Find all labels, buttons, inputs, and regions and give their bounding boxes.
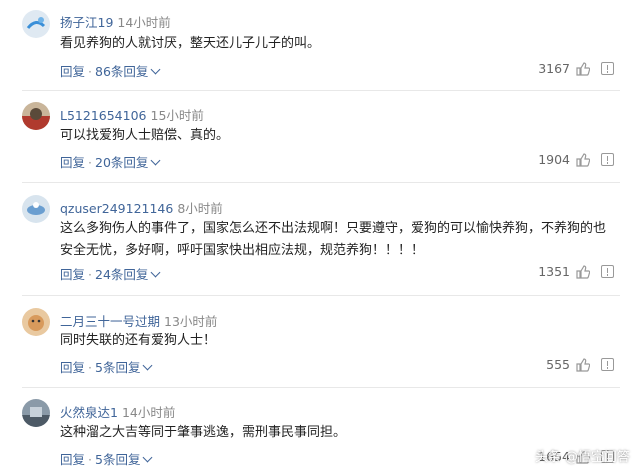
timestamp: 13小时前: [164, 314, 218, 329]
comment-text: 这么多狗伤人的事件了，国家怎么还不出法规啊！只要遵守，爱狗的可以愉快养狗，不养狗…: [60, 221, 607, 258]
comment-actions: 回复 · 5条回复: [60, 357, 153, 376]
timestamp: 15小时前: [150, 108, 204, 123]
separator: ·: [88, 452, 92, 467]
timestamp: 14小时前: [121, 405, 176, 420]
reply-button[interactable]: 回复: [60, 267, 85, 282]
username[interactable]: 二月三十一号过期: [60, 314, 160, 329]
comment-text: 这种溜之大吉等同于肇事逃逸，需刑事民事同担。: [60, 425, 347, 440]
chevron-down-icon[interactable]: [143, 452, 153, 463]
separator: ·: [88, 64, 92, 79]
like-count: 3167: [538, 61, 570, 76]
divider: [22, 90, 620, 91]
separator: ·: [88, 155, 92, 170]
divider: [22, 295, 620, 296]
like-count: 1351: [538, 264, 570, 279]
username[interactable]: 火然泉达1: [60, 405, 118, 420]
view-replies-button[interactable]: 5条回复: [95, 360, 140, 375]
report-icon[interactable]: [601, 265, 614, 278]
chevron-down-icon[interactable]: [150, 64, 161, 75]
reply-button[interactable]: 回复: [60, 64, 85, 79]
thumbs-up-icon[interactable]: [576, 265, 590, 279]
separator: ·: [88, 267, 92, 282]
comment-header: L5121654106 15小时前: [60, 105, 204, 124]
reply-button[interactable]: 回复: [60, 155, 85, 170]
reply-button[interactable]: 回复: [60, 360, 85, 375]
comment-text: 同时失联的还有爱狗人士！: [60, 333, 217, 348]
timestamp: 14小时前: [117, 15, 171, 30]
thumbs-up-icon[interactable]: [576, 153, 590, 167]
avatar[interactable]: [22, 102, 50, 130]
view-replies-button[interactable]: 86条回复: [95, 64, 148, 79]
watermark: 头条 @悟空问答: [534, 450, 630, 465]
thumbs-up-icon[interactable]: [576, 358, 590, 372]
reply-button[interactable]: 回复: [60, 452, 85, 467]
comment-text: 可以找爱狗人士赔偿、真的。: [60, 128, 230, 143]
avatar[interactable]: [22, 10, 50, 38]
comment-text: 看见养狗的人就讨厌，整天还儿子儿子的叫。: [60, 36, 321, 51]
view-replies-button[interactable]: 5条回复: [95, 452, 140, 467]
chevron-down-icon[interactable]: [143, 360, 153, 371]
avatar[interactable]: [22, 399, 50, 427]
view-replies-button[interactable]: 20条回复: [95, 155, 148, 170]
divider: [22, 182, 620, 183]
comment-header: qzuser249121146 8小时前: [60, 198, 223, 217]
chevron-down-icon[interactable]: [150, 155, 161, 166]
view-replies-button[interactable]: 24条回复: [95, 267, 148, 282]
comment-actions: 回复 · 86条回复: [60, 61, 161, 80]
divider: [22, 387, 620, 388]
report-icon[interactable]: [601, 62, 614, 75]
comment-header: 扬子江19 14小时前: [60, 12, 171, 31]
avatar[interactable]: [22, 308, 50, 336]
comment-actions: 回复 · 24条回复: [60, 264, 161, 283]
username[interactable]: qzuser249121146: [60, 201, 173, 216]
like-count: 1904: [538, 152, 570, 167]
report-icon[interactable]: [601, 358, 614, 371]
username[interactable]: L5121654106: [60, 108, 147, 123]
comment-actions: 回复 · 5条回复: [60, 449, 153, 468]
timestamp: 8小时前: [177, 201, 223, 216]
comment-header: 火然泉达1 14小时前: [60, 402, 175, 421]
thumbs-up-icon[interactable]: [576, 62, 590, 76]
comment-header: 二月三十一号过期 13小时前: [60, 311, 217, 330]
report-icon[interactable]: [601, 153, 614, 166]
chevron-down-icon[interactable]: [150, 267, 161, 278]
separator: ·: [88, 360, 92, 375]
like-count: 555: [546, 357, 570, 372]
comment-actions: 回复 · 20条回复: [60, 152, 161, 171]
username[interactable]: 扬子江19: [60, 15, 113, 30]
avatar[interactable]: [22, 195, 50, 223]
